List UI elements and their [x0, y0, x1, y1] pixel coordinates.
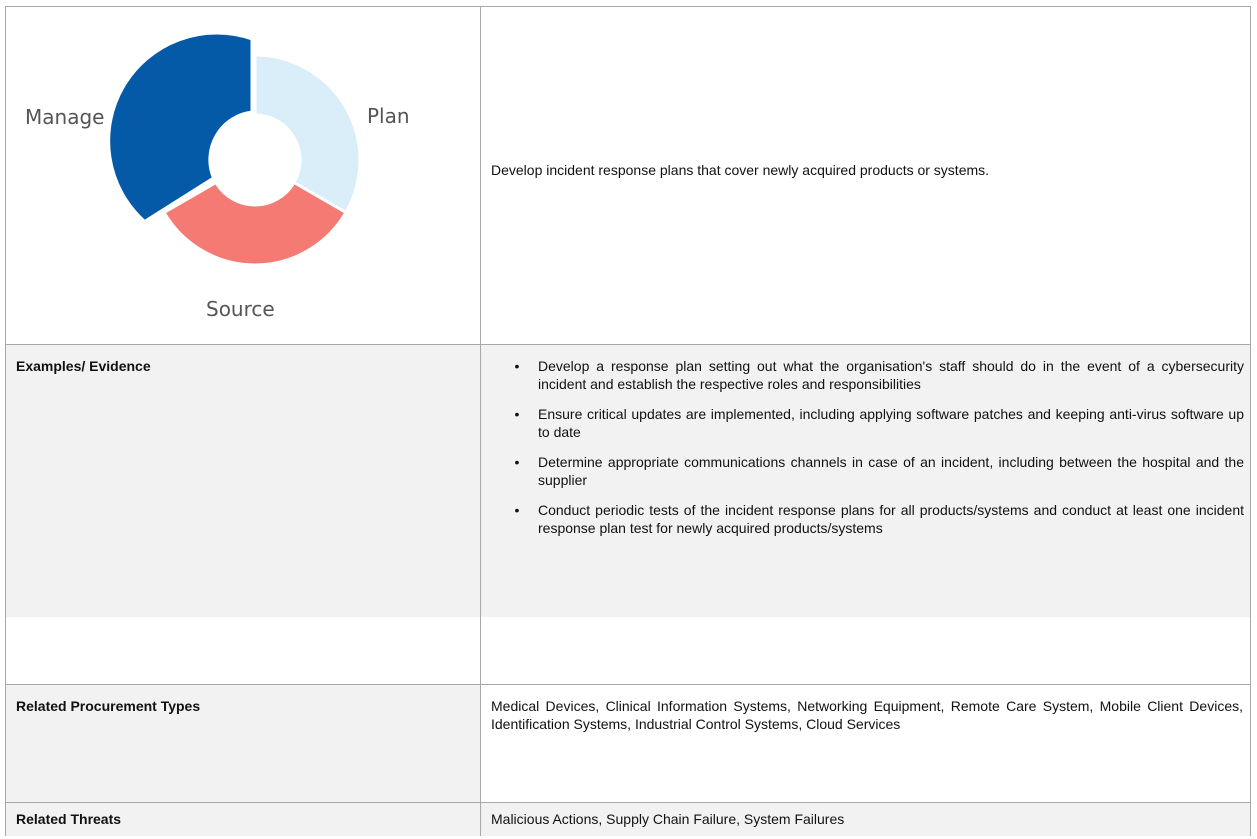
- list-item: • Ensure critical updates are implemented…: [514, 406, 1244, 440]
- list-item: • Determine appropriate communications ch…: [514, 454, 1244, 488]
- procurement-value: Medical Devices, Clinical Information Sy…: [491, 698, 1243, 732]
- wheel-label-source: Source: [206, 297, 275, 321]
- row-divider-1: [5, 344, 1251, 345]
- threats-label: Related Threats: [16, 811, 122, 827]
- wheel-label-manage: Manage: [25, 105, 104, 129]
- wheel-label-plan: Plan: [367, 104, 410, 128]
- table-column-divider: [480, 6, 481, 836]
- row-divider-2: [5, 684, 1251, 685]
- list-item: • Develop a response plan setting out wha…: [514, 358, 1244, 392]
- control-description: Develop incident response plans that cov…: [491, 162, 990, 178]
- examples-label: Examples/ Evidence: [16, 358, 151, 374]
- row-divider-3: [5, 802, 1251, 803]
- process-wheel-chart: Plan Source Manage: [25, 31, 410, 321]
- table-border-right: [1250, 6, 1251, 836]
- wheel-segment-manage: [107, 31, 254, 224]
- procurement-label: Related Procurement Types: [16, 698, 201, 714]
- list-item: • Conduct periodic tests of the incident …: [514, 502, 1244, 536]
- examples-list: • Develop a response plan setting out wha…: [512, 357, 1244, 549]
- threats-value: Malicious Actions, Supply Chain Failure,…: [491, 811, 845, 827]
